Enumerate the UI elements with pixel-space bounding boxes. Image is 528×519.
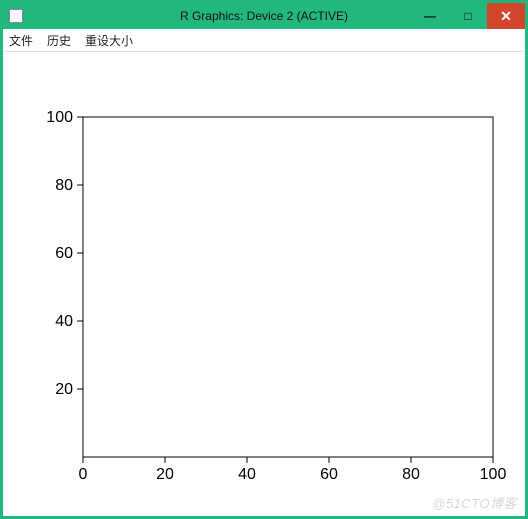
window-title: R Graphics: Device 2 (ACTIVE) [180, 9, 348, 23]
svg-text:40: 40 [55, 313, 73, 330]
svg-text:60: 60 [320, 466, 338, 483]
svg-text:80: 80 [402, 466, 420, 483]
minimize-button[interactable]: — [411, 3, 449, 29]
app-icon [9, 9, 23, 23]
plot-area: 0 20 40 60 80 100 20 40 60 80 100 [13, 57, 515, 506]
watermark: @51CTO博客 [432, 493, 517, 512]
close-button[interactable]: ✕ [487, 3, 525, 29]
svg-text:100: 100 [46, 109, 73, 126]
menubar: 文件 历史 重设大小 [3, 29, 525, 52]
svg-text:80: 80 [55, 177, 73, 194]
svg-text:0: 0 [79, 466, 88, 483]
titlebar[interactable]: R Graphics: Device 2 (ACTIVE) — □ ✕ [3, 3, 525, 29]
svg-text:40: 40 [238, 466, 256, 483]
svg-text:20: 20 [156, 466, 174, 483]
svg-text:20: 20 [55, 381, 73, 398]
maximize-button[interactable]: □ [449, 3, 487, 29]
contour-chart: 0 20 40 60 80 100 20 40 60 80 100 [13, 57, 515, 507]
menu-history[interactable]: 历史 [47, 32, 71, 49]
svg-text:100: 100 [480, 466, 507, 483]
menu-resize[interactable]: 重设大小 [85, 32, 133, 49]
svg-text:60: 60 [55, 245, 73, 262]
menu-file[interactable]: 文件 [9, 32, 33, 49]
